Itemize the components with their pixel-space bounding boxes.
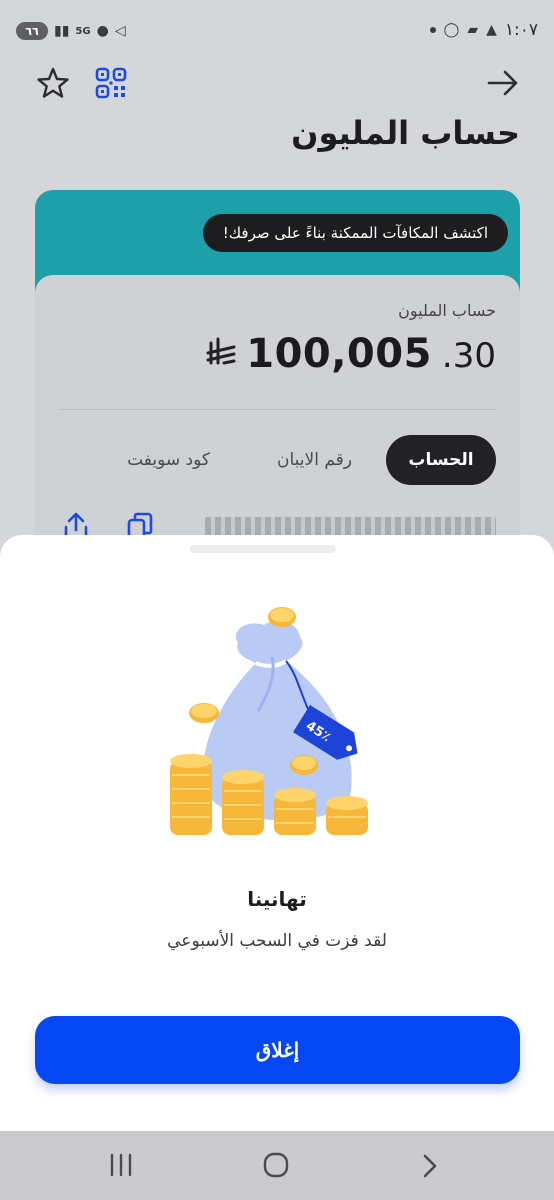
page-title: حساب المليون bbox=[291, 114, 520, 152]
tab-account[interactable]: الحساب bbox=[386, 435, 496, 485]
account-card: حساب المليون 100,005.30 الحساب رقم الايب… bbox=[35, 275, 520, 575]
currency-symbol-icon bbox=[206, 335, 236, 376]
qr-code-icon[interactable] bbox=[94, 66, 128, 100]
congrats-bottom-sheet: 45٪ تهانينا لقد فزت في السحب الأسبوعي إغ… bbox=[0, 535, 554, 1131]
snapchat-icon: ▲ bbox=[486, 22, 497, 38]
sheet-grabber[interactable] bbox=[190, 545, 336, 553]
recent-apps-icon[interactable] bbox=[108, 1153, 134, 1177]
tab-swift[interactable]: كود سويفت bbox=[127, 435, 210, 485]
close-button[interactable]: إغلاق bbox=[35, 1016, 520, 1084]
back-arrow-icon[interactable] bbox=[486, 68, 520, 98]
home-icon[interactable] bbox=[262, 1151, 290, 1179]
star-icon[interactable] bbox=[36, 66, 70, 100]
whatsapp-icon: ◯ bbox=[443, 22, 460, 38]
account-label: حساب المليون bbox=[398, 301, 496, 320]
status-left: ٦٦ ▮▮ 5G ● ◁ bbox=[16, 22, 126, 40]
clock: ١:٠٧ bbox=[504, 20, 538, 40]
balance-decimal: .30 bbox=[441, 336, 496, 376]
network-type: 5G bbox=[75, 25, 91, 37]
rewards-promo-pill[interactable]: اكتشف المكافآت الممكنة بناءً على صرفك! bbox=[202, 214, 508, 252]
congrats-subtitle: لقد فزت في السحب الأسبوعي bbox=[167, 931, 387, 951]
mute-icon: ◁ bbox=[114, 23, 126, 39]
tab-iban[interactable]: رقم الايبان bbox=[277, 435, 352, 485]
status-bar: ٦٦ ▮▮ 5G ● ◁ ◯ ▰ ▲ ١:٠٧ bbox=[0, 0, 554, 62]
battery-indicator: ٦٦ bbox=[16, 22, 48, 40]
signal-icon: ▮▮ bbox=[54, 23, 70, 39]
top-bar bbox=[0, 62, 554, 106]
money-bag-coins-illustration: 45٪ bbox=[170, 607, 368, 835]
status-right: ◯ ▰ ▲ ١:٠٧ bbox=[429, 20, 538, 40]
nav-back-icon[interactable] bbox=[420, 1153, 440, 1179]
balance: 100,005.30 bbox=[206, 331, 496, 377]
congrats-title: تهانينا bbox=[247, 887, 307, 911]
location-icon: ● bbox=[96, 23, 109, 39]
divider bbox=[59, 409, 496, 410]
notification-dot-icon bbox=[429, 27, 436, 33]
system-nav-bar bbox=[0, 1131, 554, 1200]
message-icon: ▰ bbox=[467, 22, 479, 38]
balance-integer: 100,005 bbox=[246, 331, 432, 377]
